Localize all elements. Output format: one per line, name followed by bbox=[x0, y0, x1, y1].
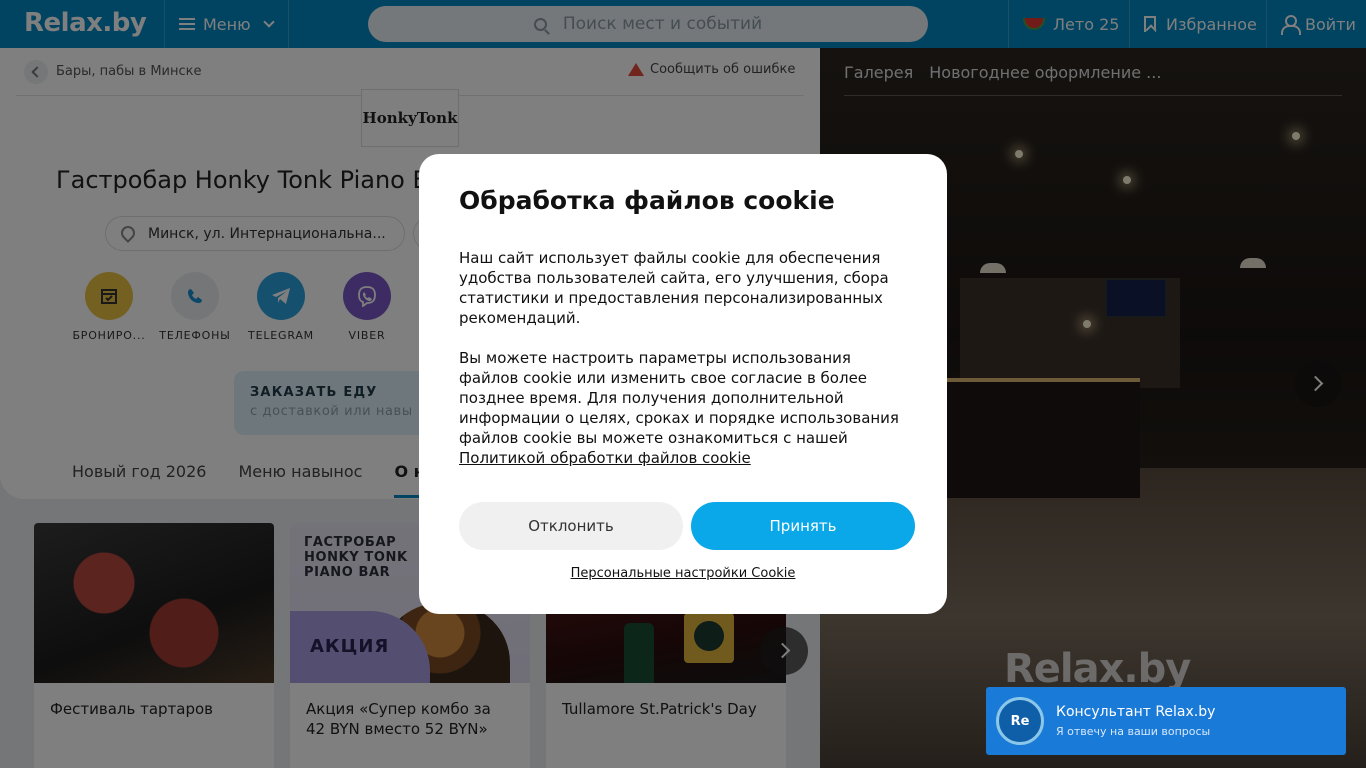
accept-button[interactable]: Принять bbox=[691, 502, 915, 550]
cookie-policy-link[interactable]: Политикой обработки файлов cookie bbox=[459, 449, 751, 467]
cookie-text-2-body: Вы можете настроить параметры использова… bbox=[459, 349, 899, 447]
consultant-subtitle: Я отвечу на ваши вопросы bbox=[1056, 725, 1211, 738]
decline-button[interactable]: Отклонить bbox=[459, 502, 683, 550]
consultant-widget[interactable]: Re Консультант Relax.by Я отвечу на ваши… bbox=[986, 687, 1346, 755]
cookie-text-2: Вы можете настроить параметры использова… bbox=[459, 348, 907, 468]
cookie-settings-link[interactable]: Персональные настройки Cookie bbox=[419, 566, 947, 581]
avatar: Re bbox=[996, 697, 1044, 745]
cookie-text-1: Наш сайт использует файлы cookie для обе… bbox=[459, 249, 889, 327]
cookie-buttons: Отклонить Принять bbox=[459, 502, 915, 550]
cookie-title: Обработка файлов cookie bbox=[459, 186, 835, 215]
cookie-dialog: Обработка файлов cookie Наш сайт использ… bbox=[419, 154, 947, 614]
consultant-name: Консультант Relax.by bbox=[1056, 704, 1216, 720]
consultant-text: Консультант Relax.by Я отвечу на ваши во… bbox=[1056, 704, 1215, 738]
